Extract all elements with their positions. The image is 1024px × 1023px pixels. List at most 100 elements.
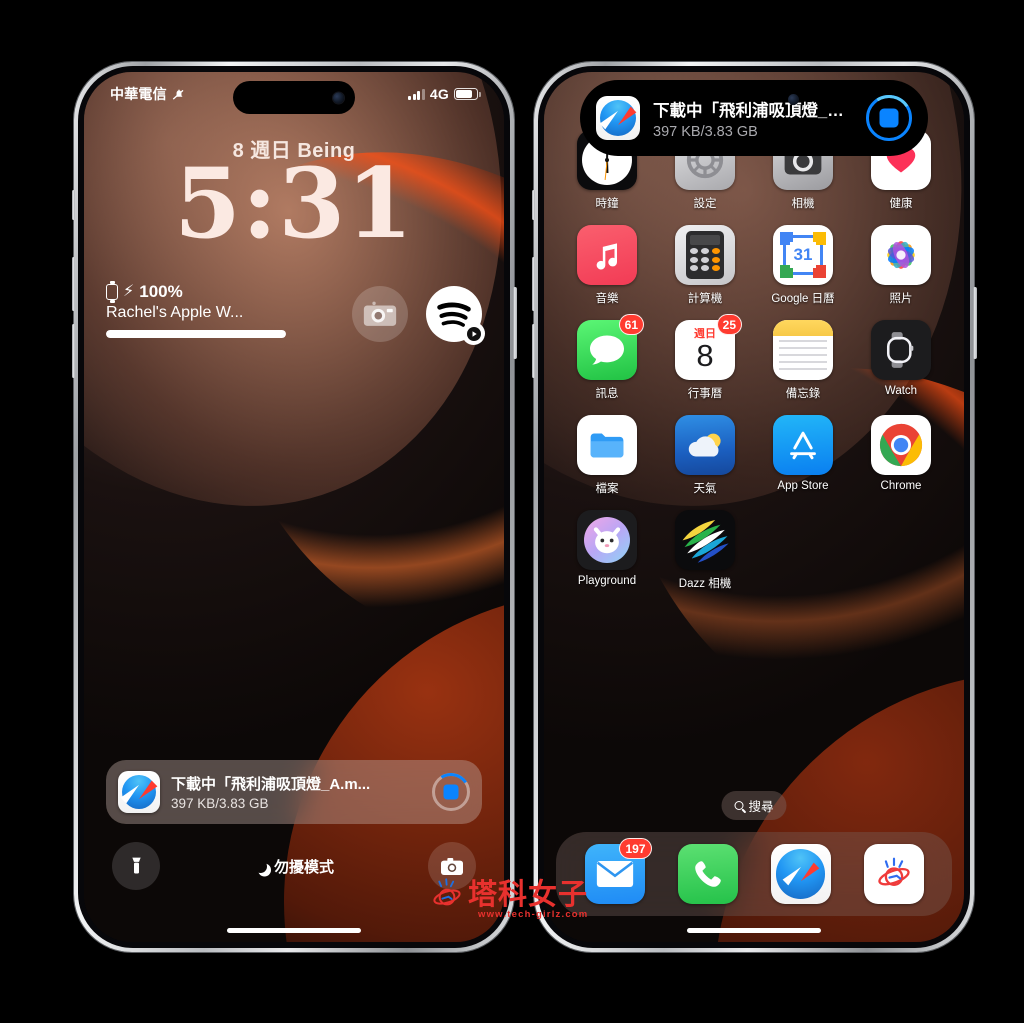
app-weather[interactable]: 天氣	[656, 415, 754, 496]
watch-battery-widget[interactable]: ⚡ 100% Rachel's Apple W...	[106, 281, 286, 338]
volume-up-button[interactable]	[531, 257, 535, 311]
watch-icon	[871, 320, 931, 380]
google-calendar-day: 31	[790, 242, 816, 268]
watermark-url: www.tech-girlz.com	[478, 909, 589, 920]
app-label: App Store	[777, 480, 829, 492]
carrier-label: 中華電信	[110, 86, 167, 102]
app-watch[interactable]: Watch	[852, 320, 950, 401]
home-screen: 下載中「飛利浦吸頂燈_A.m... 397 KB/3.83 GB 時鐘 設定 相…	[544, 72, 964, 942]
app-chrome[interactable]: Chrome	[852, 415, 950, 496]
live-activity-island[interactable]: 下載中「飛利浦吸頂燈_A.m... 397 KB/3.83 GB	[580, 80, 928, 156]
app-photos[interactable]: 照片	[852, 225, 950, 306]
app-playground[interactable]: Playground	[558, 510, 656, 591]
camera-widget-icon[interactable]	[352, 286, 408, 342]
dock-item-scanner[interactable]	[863, 844, 924, 904]
app-label: 檔案	[595, 483, 619, 495]
music-icon	[577, 225, 637, 285]
app-label: 照片	[889, 293, 913, 305]
weather-icon	[675, 415, 735, 475]
cellular-bars-icon	[408, 88, 425, 100]
notes-icon	[773, 320, 833, 380]
volume-down-button[interactable]	[531, 324, 535, 378]
app-label: Watch	[884, 385, 918, 397]
download-notification[interactable]: 下載中「飛利浦吸頂燈_A.m... 397 KB/3.83 GB	[106, 760, 482, 824]
app-label: 設定	[693, 198, 717, 210]
planet-logo-icon	[430, 877, 464, 911]
camera-glyph-icon	[363, 301, 397, 326]
dock-item-safari[interactable]	[770, 844, 831, 904]
watermark-name: 塔科女子	[468, 876, 589, 911]
volume-up-button[interactable]	[71, 257, 75, 311]
dynamic-island[interactable]	[233, 81, 355, 114]
badge-count: 197	[619, 838, 652, 859]
power-button[interactable]	[973, 287, 977, 359]
front-camera-icon	[333, 92, 344, 103]
app-label: 備忘錄	[785, 388, 821, 400]
dazz-camera-icon	[675, 510, 735, 570]
lock-screen: 中華電信 4G 8 週日 Being 5:31 ⚡ 100% Rachel's …	[84, 72, 504, 942]
calendar-day: 8	[696, 338, 714, 373]
bolt-icon: ⚡	[123, 283, 135, 300]
safari-icon	[770, 844, 831, 904]
photos-icon	[871, 225, 931, 285]
network-label: 4G	[429, 86, 449, 102]
volume-down-button[interactable]	[71, 324, 75, 378]
planet-icon	[863, 844, 924, 904]
app-label: 相機	[791, 198, 815, 210]
notification-subtitle: 397 KB/3.83 GB	[171, 796, 269, 811]
badge-count: 25	[716, 314, 742, 335]
app-label: Playground	[577, 575, 637, 587]
app-notes[interactable]: 備忘錄	[754, 320, 852, 401]
app-dazz-camera[interactable]: Dazz 相機	[656, 510, 754, 591]
battery-percent: 100%	[139, 282, 183, 301]
download-progress-stop-icon[interactable]	[861, 90, 917, 146]
power-button[interactable]	[513, 287, 517, 359]
app-calculator[interactable]: 計算機	[656, 225, 754, 306]
lock-time: 5:31	[174, 147, 414, 260]
lock-widget-row: ⚡ 100% Rachel's Apple W...	[106, 281, 483, 366]
app-label: Dazz 相機	[678, 578, 732, 590]
app-store-icon	[773, 415, 833, 475]
app-label: 計算機	[687, 293, 723, 305]
silent-switch[interactable]	[72, 190, 75, 220]
app-music[interactable]: 音樂	[558, 225, 656, 306]
files-icon	[577, 415, 637, 475]
app-label: 天氣	[693, 483, 717, 495]
watch-device-name: Rachel's Apple W...	[106, 304, 244, 321]
battery-progress-bar	[106, 330, 286, 338]
calculator-icon	[675, 225, 735, 285]
app-label: 健康	[889, 198, 913, 210]
battery-icon	[454, 88, 481, 100]
app-label: 訊息	[595, 388, 619, 400]
dock-item-phone[interactable]	[677, 844, 738, 904]
app-grid: 時鐘 設定 相機 健康 音樂 計算機 31 Google 日曆 照片 61 訊息…	[558, 130, 950, 591]
dock: 197	[556, 832, 952, 916]
silent-switch[interactable]	[532, 190, 535, 220]
app-label: 行事曆	[687, 388, 723, 400]
notification-title: 下載中「飛利浦吸頂燈_A.m...	[171, 776, 371, 793]
app-files[interactable]: 檔案	[558, 415, 656, 496]
app-google-calendar[interactable]: 31 Google 日曆	[754, 225, 852, 306]
phone-icon	[677, 844, 738, 904]
chrome-icon	[871, 415, 931, 475]
safari-icon	[596, 96, 640, 140]
search-button[interactable]: 搜尋	[721, 791, 787, 820]
moon-icon	[254, 860, 267, 873]
safari-icon	[118, 771, 160, 813]
google-calendar-icon: 31	[773, 225, 833, 285]
spotify-widget-icon[interactable]	[426, 286, 483, 343]
app-app-store[interactable]: App Store	[754, 415, 852, 496]
live-activity-subtitle: 397 KB/3.83 GB	[653, 123, 758, 140]
app-label: 時鐘	[595, 198, 619, 210]
app-label: Google 日曆	[771, 293, 835, 305]
home-indicator[interactable]	[227, 928, 361, 933]
app-calendar[interactable]: 週日 8 25 行事曆	[656, 314, 754, 401]
download-progress-stop-icon[interactable]	[428, 769, 474, 815]
playground-icon	[577, 510, 637, 570]
badge-count: 61	[618, 314, 644, 335]
screenshot-canvas: 中華電信 4G 8 週日 Being 5:31 ⚡ 100% Rachel's …	[0, 0, 1024, 1023]
app-messages[interactable]: 61 訊息	[558, 314, 656, 401]
live-activity-title: 下載中「飛利浦吸頂燈_A.m...	[653, 101, 853, 120]
app-label: 音樂	[595, 293, 619, 305]
home-indicator[interactable]	[687, 928, 821, 933]
